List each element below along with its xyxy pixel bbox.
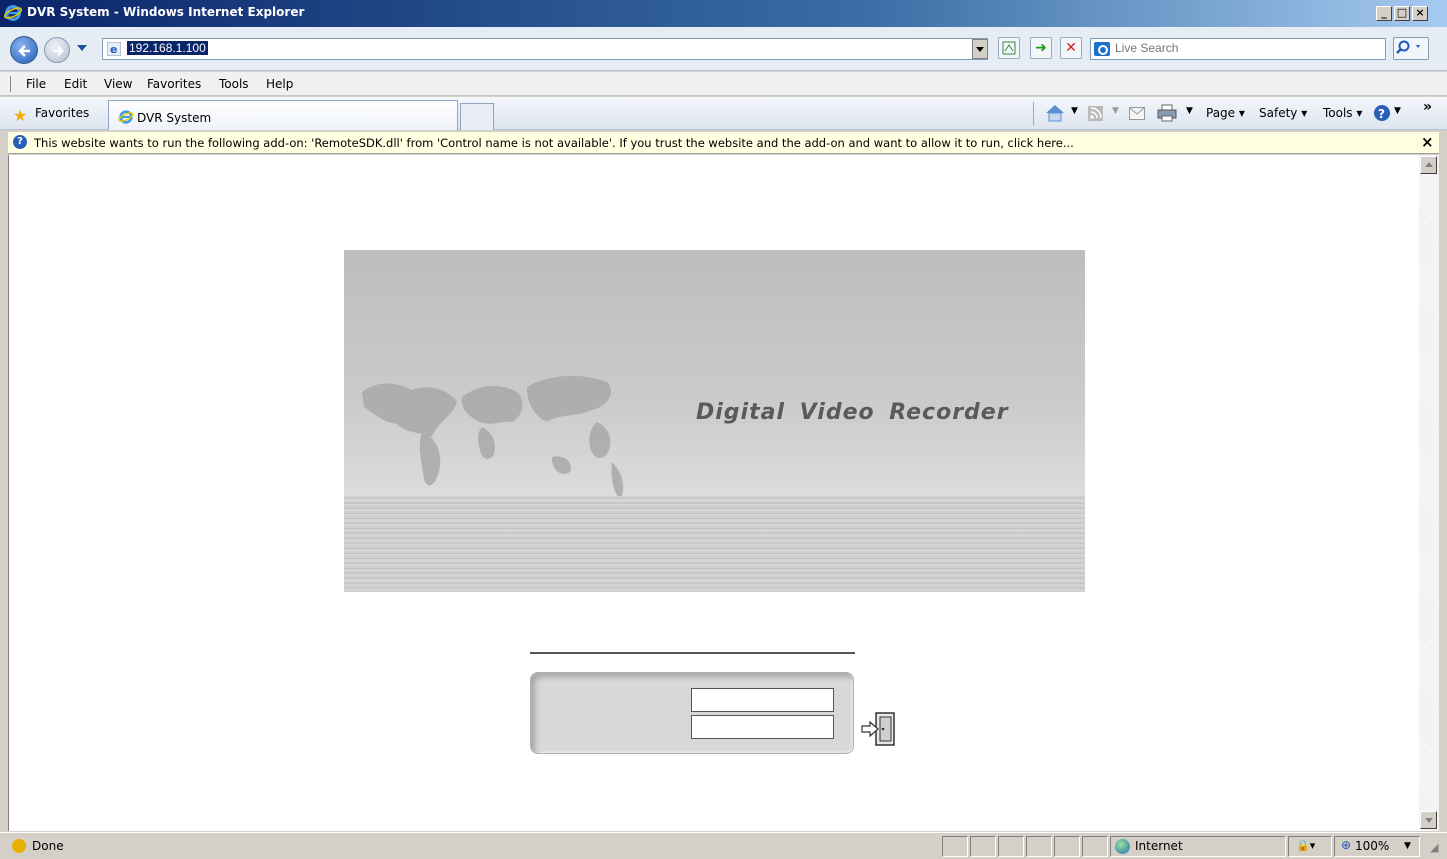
- search-input[interactable]: [1115, 41, 1375, 55]
- internet-globe-icon: [1115, 839, 1130, 854]
- minimize-button[interactable]: _: [1376, 6, 1392, 21]
- search-box[interactable]: [1090, 38, 1386, 60]
- menu-tools[interactable]: Tools: [219, 77, 249, 91]
- help-dropdown-icon[interactable]: ▼: [1394, 106, 1401, 116]
- status-bar: Done Internet 🔒▾ ⊕ 100% ▼ ◢: [0, 832, 1447, 859]
- tools-menu-button[interactable]: Tools ▾: [1323, 106, 1362, 120]
- favorites-bar: ★ Favorites DVR System ▼ ▼ ▼ Page ▾ Safe…: [0, 97, 1447, 130]
- menu-help[interactable]: Help: [266, 77, 293, 91]
- forward-arrow-icon: [53, 45, 64, 57]
- menu-bar: File Edit View Favorites Tools Help: [0, 72, 1447, 96]
- vertical-scrollbar[interactable]: [1419, 155, 1439, 831]
- window-frame-left: [0, 132, 8, 832]
- page-menu-button[interactable]: Page ▾: [1206, 106, 1245, 120]
- tab-dvr-system[interactable]: DVR System: [108, 100, 458, 130]
- url-text[interactable]: 192.168.1.100: [127, 41, 208, 55]
- compatibility-icon: [1002, 41, 1016, 55]
- infobar-close-button[interactable]: ×: [1421, 133, 1434, 151]
- tab-label: DVR System: [137, 111, 212, 125]
- feeds-icon[interactable]: [1088, 106, 1103, 121]
- command-bar-separator: [1033, 102, 1034, 126]
- window-title: DVR System - Windows Internet Explorer: [27, 5, 305, 19]
- menu-grip: [10, 76, 11, 92]
- favorites-button[interactable]: Favorites: [35, 106, 89, 120]
- zoom-level[interactable]: 100%: [1355, 839, 1389, 853]
- go-arrow-icon: ➜: [1035, 40, 1047, 56]
- feeds-dropdown-icon[interactable]: ▼: [1112, 106, 1119, 116]
- world-map-graphic: [362, 375, 624, 500]
- print-dropdown-icon[interactable]: ▼: [1186, 106, 1193, 116]
- favorites-star-icon[interactable]: ★: [13, 106, 27, 125]
- new-tab-button[interactable]: [460, 103, 494, 130]
- status-text: Done: [32, 839, 64, 853]
- page-status-icon: [12, 839, 26, 853]
- login-separator-line: [530, 652, 855, 654]
- banner-water-texture: [344, 496, 1085, 592]
- safety-menu-button[interactable]: Safety ▾: [1259, 106, 1307, 120]
- menu-favorites[interactable]: Favorites: [147, 77, 201, 91]
- more-commands-chevron-icon[interactable]: »: [1423, 99, 1432, 115]
- status-cell: [1082, 836, 1108, 857]
- back-arrow-icon: [18, 45, 30, 57]
- svg-text:e: e: [110, 43, 117, 56]
- menu-file[interactable]: File: [26, 77, 46, 91]
- page-ie-icon: e: [107, 42, 121, 56]
- status-cell: [942, 836, 968, 857]
- banner-title: Digital Video Recorder: [696, 400, 1009, 425]
- stop-x-icon: ✕: [1065, 40, 1077, 56]
- info-shield-icon: ?: [13, 135, 27, 149]
- status-cell: [1054, 836, 1080, 857]
- maximize-button[interactable]: □: [1394, 6, 1410, 21]
- help-icon[interactable]: ?: [1373, 104, 1391, 122]
- window-frame-right: [1439, 132, 1447, 832]
- login-button[interactable]: [860, 711, 898, 747]
- scroll-up-button[interactable]: [1420, 156, 1437, 174]
- menu-view[interactable]: View: [104, 77, 132, 91]
- tab-ie-icon: [118, 110, 134, 124]
- password-input[interactable]: [691, 715, 834, 739]
- information-bar[interactable]: ? This website wants to run the followin…: [8, 132, 1439, 154]
- back-button[interactable]: [10, 36, 38, 64]
- status-cell: [1026, 836, 1052, 857]
- mail-icon[interactable]: [1129, 107, 1145, 120]
- compatibility-view-button[interactable]: [998, 37, 1020, 59]
- menu-edit[interactable]: Edit: [64, 77, 87, 91]
- dvr-banner: Digital Video Recorder: [344, 250, 1085, 592]
- search-button[interactable]: [1393, 37, 1429, 60]
- zoom-dropdown-icon[interactable]: ▼: [1404, 841, 1411, 851]
- infobar-message[interactable]: This website wants to run the following …: [34, 136, 1074, 150]
- print-icon[interactable]: [1157, 104, 1177, 122]
- protected-mode-icon[interactable]: 🔒▾: [1296, 839, 1315, 852]
- recent-pages-dropdown[interactable]: [77, 45, 87, 51]
- home-icon[interactable]: [1044, 103, 1066, 123]
- status-cell: [998, 836, 1024, 857]
- address-field[interactable]: e 192.168.1.100: [102, 38, 988, 60]
- forward-button[interactable]: [44, 37, 70, 63]
- svg-text:?: ?: [1378, 107, 1385, 121]
- go-button[interactable]: ➜: [1030, 37, 1052, 59]
- close-window-button[interactable]: ×: [1412, 6, 1428, 21]
- ie-logo-icon: [4, 5, 22, 21]
- title-bar: DVR System - Windows Internet Explorer _…: [0, 0, 1447, 27]
- home-dropdown-icon[interactable]: ▼: [1071, 106, 1078, 116]
- address-dropdown-button[interactable]: [972, 39, 988, 59]
- security-zone-label: Internet: [1135, 839, 1183, 853]
- magnifier-icon: [1396, 40, 1420, 54]
- username-input[interactable]: [691, 688, 834, 712]
- stop-button[interactable]: ✕: [1060, 37, 1082, 59]
- live-search-icon: [1094, 42, 1110, 56]
- scroll-down-button[interactable]: [1420, 811, 1437, 829]
- status-cell: [970, 836, 996, 857]
- login-panel: [530, 672, 854, 754]
- zoom-magnifier-icon: ⊕: [1341, 838, 1352, 852]
- resize-grip-icon[interactable]: ◢: [1430, 841, 1438, 854]
